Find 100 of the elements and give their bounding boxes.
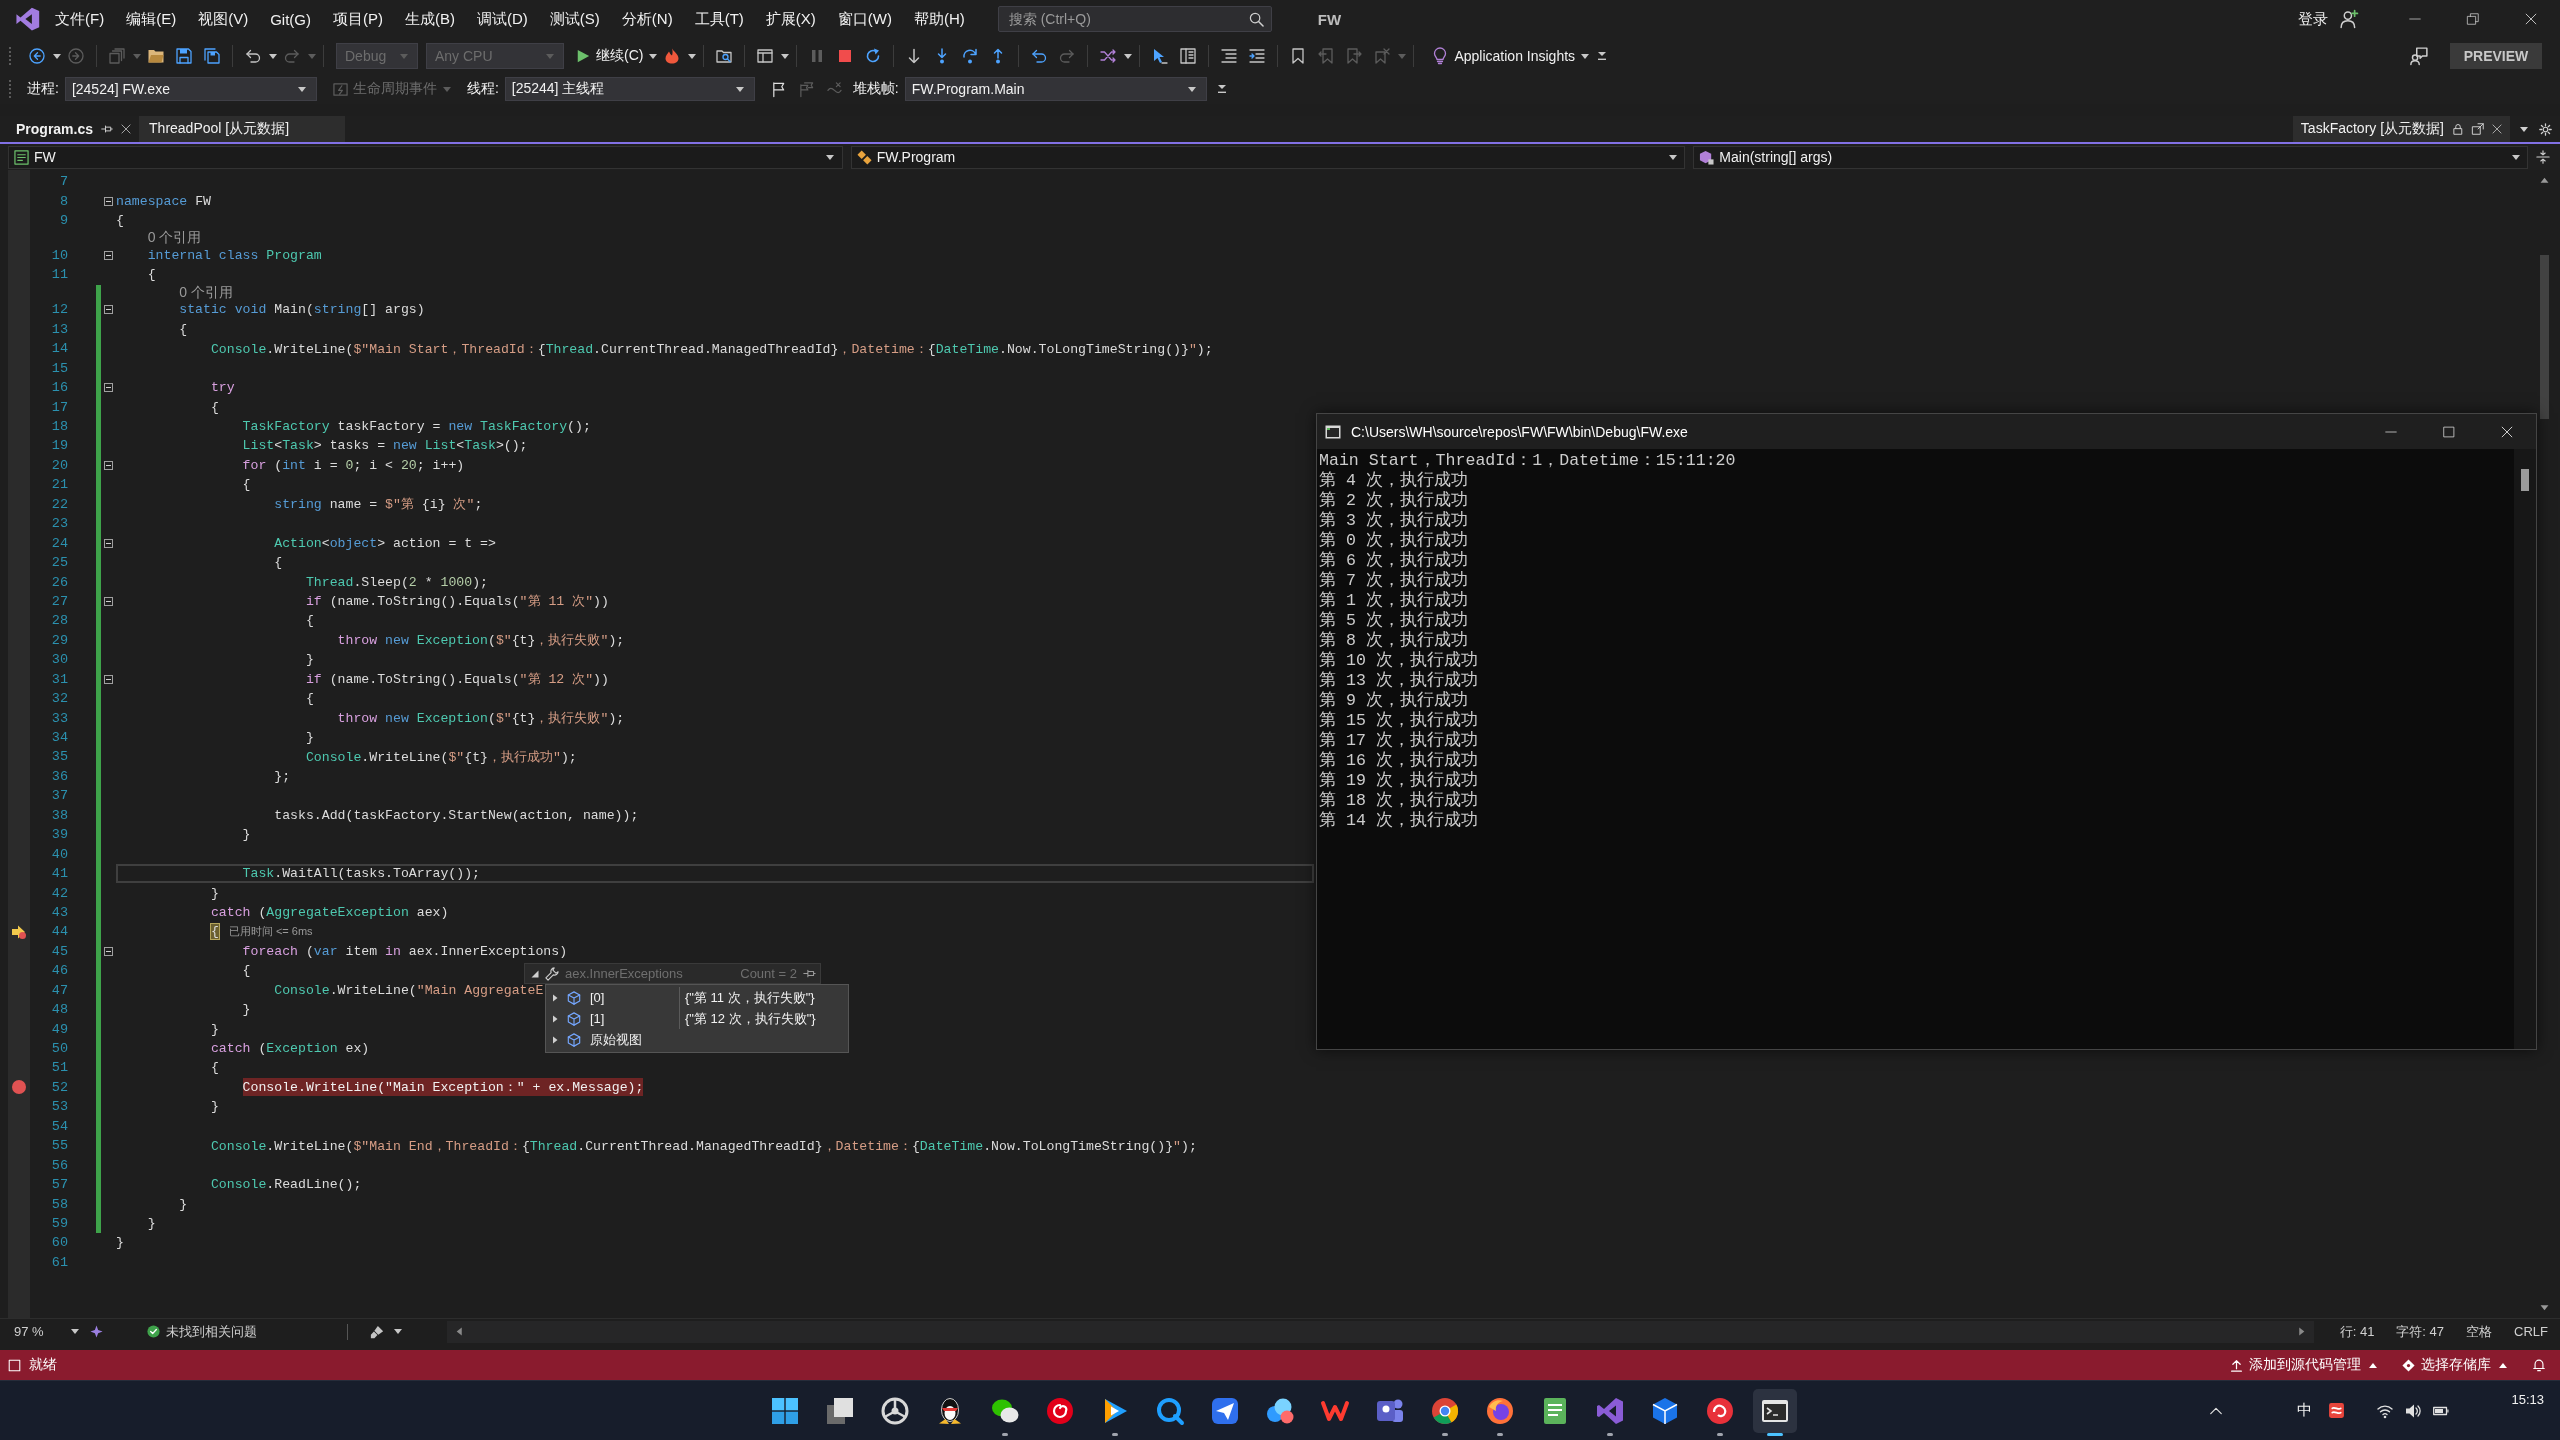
curved-arrow-left-icon[interactable]: [245, 48, 261, 64]
settings-icon[interactable]: [2539, 122, 2552, 136]
speaker-icon[interactable]: [2405, 1402, 2422, 1419]
close-icon[interactable]: [2501, 425, 2513, 438]
datatip-item-name[interactable]: 原始视图: [584, 1030, 642, 1049]
lock-icon[interactable]: [2452, 123, 2464, 135]
zoom-dropdown[interactable]: 97 %: [12, 1324, 82, 1339]
sign-in-link[interactable]: 登录: [2298, 9, 2328, 29]
bell-icon[interactable]: [2532, 1358, 2546, 1372]
line-ending-indicator[interactable]: CRLF: [2514, 1324, 2548, 1339]
input-method-indicator[interactable]: 中: [2297, 1401, 2313, 1420]
menu-item[interactable]: 窗口(W): [826, 5, 903, 33]
collapse-box-icon[interactable]: [104, 538, 113, 548]
line-indicator[interactable]: 行: 41: [2339, 1322, 2375, 1341]
process-dropdown[interactable]: [24524] FW.exe: [64, 77, 317, 101]
floppy-disks-icon[interactable]: [204, 48, 220, 64]
continue-button[interactable]: 继续(C): [572, 42, 648, 70]
cursor-icon[interactable]: [1152, 48, 1169, 64]
vertical-scrollbar[interactable]: [2514, 449, 2536, 1049]
document-tab[interactable]: ThreadPool [从元数据]: [139, 116, 346, 142]
lines-arrow-icon[interactable]: [1249, 48, 1266, 64]
caret-down-icon[interactable]: [780, 53, 789, 59]
window-layout-icon[interactable]: [757, 48, 774, 64]
brush-icon[interactable]: [370, 1324, 384, 1339]
person-plus-icon[interactable]: [2340, 10, 2358, 28]
reference-count[interactable]: 0 个引用: [147, 230, 202, 246]
collapse-box-icon[interactable]: [104, 946, 113, 956]
triangle-right-icon[interactable]: [551, 1014, 559, 1023]
search-field[interactable]: 搜索 (Ctrl+Q): [997, 6, 1272, 32]
overflow-caret-icon[interactable]: [1218, 85, 1227, 93]
source-control-button[interactable]: 添加到源代码管理: [2230, 1356, 2378, 1374]
taskbar-button[interactable]: [1753, 1388, 1797, 1433]
sparkle-icon[interactable]: [90, 1325, 103, 1338]
collapse-box-icon[interactable]: [104, 596, 113, 606]
pin-icon[interactable]: [101, 123, 114, 135]
menu-item[interactable]: 测试(S): [538, 5, 611, 33]
person-chat-icon[interactable]: [2410, 47, 2428, 65]
close-icon[interactable]: [2492, 124, 2502, 134]
caret-down-icon[interactable]: [1580, 53, 1589, 59]
caret-down-icon[interactable]: [52, 53, 61, 59]
caret-up-icon[interactable]: [2368, 1362, 2377, 1368]
menu-item[interactable]: 生成(B): [394, 5, 466, 33]
scroll-thumb[interactable]: [2521, 469, 2529, 491]
caret-down-icon[interactable]: [1123, 53, 1132, 59]
curved-arrow-left-icon[interactable]: [1031, 48, 1048, 64]
restore-icon[interactable]: [2467, 13, 2479, 25]
indentation-indicator[interactable]: 空格: [2466, 1322, 2493, 1341]
caret-up-icon[interactable]: [2498, 1362, 2507, 1368]
folder-magnifier-icon[interactable]: [716, 48, 733, 64]
circle-arrow-left-icon[interactable]: [29, 48, 45, 64]
perf-tip[interactable]: 已用时间 <= 6ms: [228, 924, 313, 940]
arc-arrow-dot-icon[interactable]: [962, 48, 979, 64]
issues-status[interactable]: 未找到相关问题: [166, 1322, 257, 1341]
triangle-left-icon[interactable]: [455, 1327, 464, 1336]
datatip-item-name[interactable]: [1]: [584, 1011, 605, 1026]
type-dropdown[interactable]: FW.Program: [850, 145, 1686, 169]
circular-arrow-icon[interactable]: [865, 48, 882, 64]
menu-item[interactable]: 调试(D): [466, 5, 539, 33]
application-insights-button[interactable]: Application Insights: [1428, 42, 1580, 70]
repository-button[interactable]: 选择存储库: [2402, 1356, 2508, 1374]
caret-down-icon[interactable]: [268, 53, 277, 59]
column-indicator[interactable]: 字符: 47: [2396, 1322, 2445, 1341]
scroll-thumb[interactable]: [2540, 255, 2549, 419]
menu-item[interactable]: 文件(F): [44, 5, 116, 33]
menu-item[interactable]: 扩展(X): [754, 5, 827, 33]
menu-item[interactable]: 视图(V): [187, 5, 260, 33]
triangle-up-icon[interactable]: [2540, 176, 2549, 185]
member-dropdown[interactable]: Main(string[] args): [1693, 145, 2528, 169]
wave-badge-icon[interactable]: [2328, 1402, 2346, 1419]
horizontal-scrollbar[interactable]: [447, 1320, 2314, 1343]
datatip-item-name[interactable]: [0]: [584, 990, 605, 1005]
overflow-caret-icon[interactable]: [1597, 52, 1606, 60]
close-icon[interactable]: [121, 124, 132, 134]
triangle-down-icon[interactable]: [2540, 1303, 2549, 1312]
menu-item[interactable]: 工具(T): [683, 5, 755, 33]
toolbar-grip[interactable]: [8, 46, 12, 66]
caret-down-icon[interactable]: [393, 1329, 402, 1334]
preview-button[interactable]: PREVIEW: [2450, 43, 2542, 69]
collapse-box-icon[interactable]: [104, 196, 113, 206]
clock-time[interactable]: 15:13: [2511, 1392, 2544, 1407]
maximize-icon[interactable]: [2443, 425, 2455, 438]
collapse-box-icon[interactable]: [104, 383, 113, 393]
triangle-right-icon[interactable]: [551, 993, 559, 1002]
menu-item[interactable]: 帮助(H): [902, 5, 976, 33]
thread-dropdown[interactable]: [25244] 主线程: [504, 77, 755, 101]
corner-triangle-icon[interactable]: [531, 969, 539, 978]
indented-lines-icon[interactable]: [1221, 48, 1238, 64]
triangle-right-icon[interactable]: [551, 1035, 559, 1044]
caret-down-icon[interactable]: [687, 53, 696, 59]
toolbar-grip[interactable]: [8, 79, 12, 99]
flame-icon[interactable]: [664, 48, 681, 64]
menu-item[interactable]: 项目(P): [322, 5, 394, 33]
folder-icon[interactable]: [148, 48, 164, 64]
search-icon[interactable]: [1248, 12, 1264, 27]
menu-item[interactable]: 分析(N): [610, 5, 684, 33]
stack-frame-dropdown[interactable]: FW.Program.Main: [904, 77, 1207, 101]
square-icon[interactable]: [8, 1358, 21, 1372]
preview-tab[interactable]: TaskFactory [从元数据]: [2292, 116, 2510, 142]
bookmark-icon[interactable]: [1290, 48, 1307, 64]
split-arrows-icon[interactable]: [2536, 150, 2550, 164]
